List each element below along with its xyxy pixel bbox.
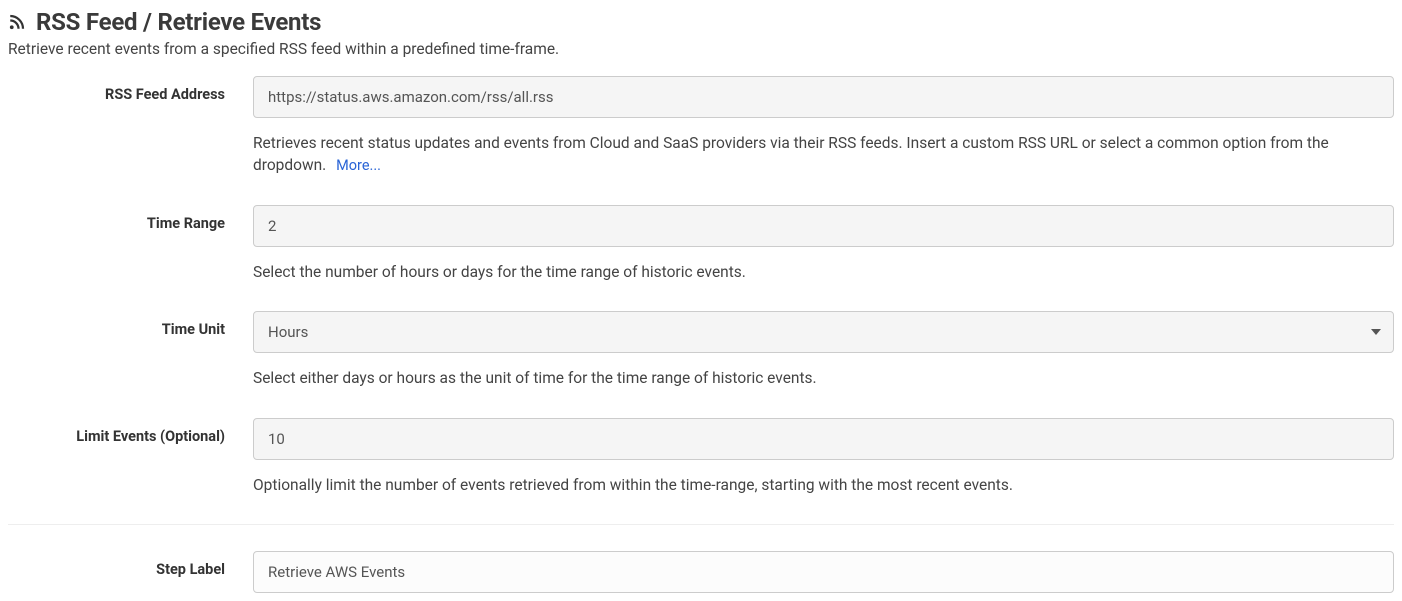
page-subtitle: Retrieve recent events from a specified … — [8, 40, 1394, 58]
time-unit-help: Select either days or hours as the unit … — [253, 367, 1394, 389]
time-unit-label: Time Unit — [8, 311, 253, 338]
step-label-input[interactable] — [253, 551, 1394, 593]
rss-icon — [8, 13, 26, 31]
step-label-label: Step Label — [8, 551, 253, 578]
time-range-input[interactable] — [253, 205, 1394, 247]
limit-input[interactable] — [253, 418, 1394, 460]
rss-url-input[interactable] — [253, 76, 1394, 118]
time-range-label: Time Range — [8, 205, 253, 232]
page-title: RSS Feed / Retrieve Events — [36, 8, 321, 36]
rss-help-text: Retrieves recent status updates and even… — [253, 132, 1394, 177]
divider — [8, 524, 1394, 525]
time-range-help: Select the number of hours or days for t… — [253, 261, 1394, 283]
limit-help: Optionally limit the number of events re… — [253, 474, 1394, 496]
limit-label: Limit Events (Optional) — [8, 418, 253, 445]
time-unit-select[interactable]: Hours — [253, 311, 1394, 353]
more-link[interactable]: More... — [336, 157, 381, 174]
rss-address-label: RSS Feed Address — [8, 76, 253, 103]
